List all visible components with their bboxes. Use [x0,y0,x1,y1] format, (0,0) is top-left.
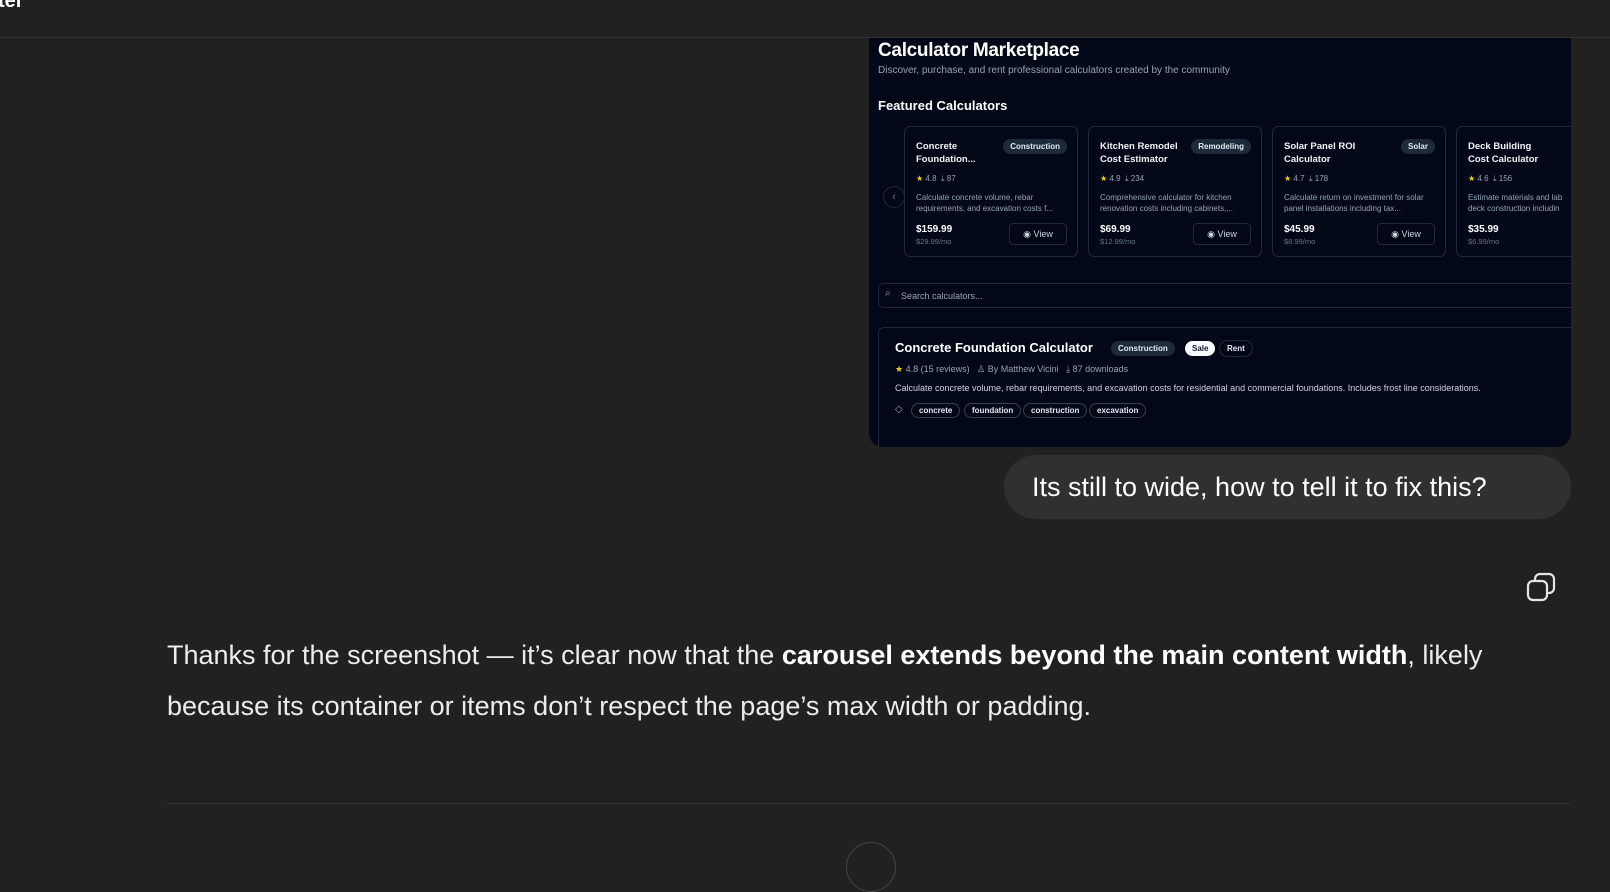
rent-badge: Rent [1219,340,1253,357]
detail-downloads: 87 downloads [1072,364,1129,374]
assistant-message: Thanks for the screenshot — it’s clear n… [167,630,1567,732]
user-message-bubble: Its still to wide, how to tell it to fix… [1004,455,1571,519]
detail-meta: ★ 4.8 (15 reviews) ♙ By Matthew Vicini ⤓… [895,364,1128,375]
card-meta: ★ 4.7 ⤓ 178 [1284,174,1328,184]
star-icon: ★ [1100,174,1108,183]
calculator-card: Concrete Foundation... Construction ★ 4.… [904,126,1078,257]
marketplace-title: Calculator Marketplace [878,40,1080,61]
tag-chip: excavation [1089,403,1147,418]
card-downloads: 234 [1130,174,1145,183]
calculator-detail-card: Concrete Foundation Calculator Construct… [878,327,1571,447]
divider [167,803,1571,804]
detail-description: Calculate concrete volume, rebar require… [895,383,1481,393]
tag-chip: foundation [964,403,1022,418]
chevron-left-icon: ‹ [883,186,905,208]
view-button: ◉ View [1377,223,1435,245]
view-button: ◉ View [1193,223,1251,245]
card-title: Solar Panel ROI Calculator [1284,141,1356,165]
card-rating: 4.8 [925,174,937,183]
calculator-card: Kitchen Remodel Cost Estimator Remodelin… [1088,126,1262,257]
search-input: ⌕ Search calculators... [878,283,1571,308]
reply-bold-text: carousel extends beyond the main content… [781,640,1408,670]
view-label: View [1217,229,1237,239]
star-icon: ★ [1468,174,1476,183]
card-description: Estimate materials and lab deck construc… [1468,193,1563,213]
card-rent-price: $6.99/mo [1468,237,1500,246]
card-description: Calculate return on investment for solar… [1284,193,1424,213]
card-downloads: 87 [946,174,956,183]
marketplace-subtitle: Discover, purchase, and rent professiona… [878,65,1230,76]
card-title: Concrete Foundation... [916,141,976,165]
featured-heading: Featured Calculators [878,98,1008,113]
calculator-card: Deck Building Cost Calculator ★ 4.6 ⤓ 15… [1456,126,1571,257]
category-badge: Solar [1400,139,1435,154]
eye-icon: ◉ [1391,229,1399,239]
card-rent-price: $12.99/mo [1100,237,1136,246]
calculator-card: Solar Panel ROI Calculator Solar ★ 4.7 ⤓… [1272,126,1446,257]
category-badge: Remodeling [1191,139,1251,154]
detail-title: Concrete Foundation Calculator [895,340,1093,355]
search-icon: ⌕ [885,288,891,299]
search-placeholder: Search calculators... [901,291,983,301]
tag-chip: construction [1023,403,1088,418]
eye-icon: ◉ [1207,229,1215,239]
user-icon: ♙ [977,364,986,374]
category-badge: Construction [1003,139,1067,154]
card-price: $45.99 [1284,224,1315,235]
detail-rating: 4.8 (15 reviews) [905,364,970,374]
copy-icon[interactable] [1524,570,1558,604]
top-bar: tel [0,0,1610,38]
card-title: Kitchen Remodel Cost Estimator [1100,141,1178,165]
download-icon: ⤓ [1066,364,1071,374]
star-icon: ★ [1284,174,1292,183]
card-rating: 4.7 [1293,174,1305,183]
view-button: ◉ View [1009,223,1067,245]
card-downloads: 156 [1498,174,1513,183]
card-rent-price: $8.99/mo [1284,237,1316,246]
download-icon: ⤓ [1492,174,1497,183]
view-label: View [1401,229,1421,239]
card-price: $69.99 [1100,224,1131,235]
card-description: Calculate concrete volume, rebar require… [916,193,1053,213]
scroll-down-button[interactable] [846,842,896,892]
download-icon: ⤓ [1124,174,1129,183]
card-rent-price: $29.99/mo [916,237,952,246]
view-label: View [1033,229,1053,239]
category-badge: Construction [1111,341,1175,356]
card-meta: ★ 4.6 ⤓ 156 [1468,174,1512,184]
card-price: $159.99 [916,224,953,235]
card-meta: ★ 4.9 ⤓ 234 [1100,174,1144,184]
attached-screenshot[interactable]: Calculator Marketplace Discover, purchas… [869,38,1571,447]
detail-author: By Matthew Vicini [987,364,1059,374]
card-meta: ★ 4.8 ⤓ 87 [916,174,956,184]
card-price: $35.99 [1468,224,1499,235]
card-description: Comprehensive calculator for kitchen ren… [1100,193,1233,213]
card-title: Deck Building Cost Calculator [1468,141,1539,165]
reply-text: Thanks for the screenshot — it’s clear n… [167,640,782,670]
download-icon: ⤓ [940,174,945,183]
sale-badge: Sale [1185,341,1216,356]
star-icon: ★ [916,174,924,183]
download-icon: ⤓ [1308,174,1313,183]
card-downloads: 178 [1314,174,1329,183]
tag-icon: ◇ [895,404,903,415]
star-icon: ★ [895,364,904,374]
card-rating: 4.9 [1109,174,1121,183]
eye-icon: ◉ [1023,229,1031,239]
card-rating: 4.6 [1477,174,1489,183]
conversation-title: tel [0,0,22,12]
tag-chip: concrete [911,403,961,418]
